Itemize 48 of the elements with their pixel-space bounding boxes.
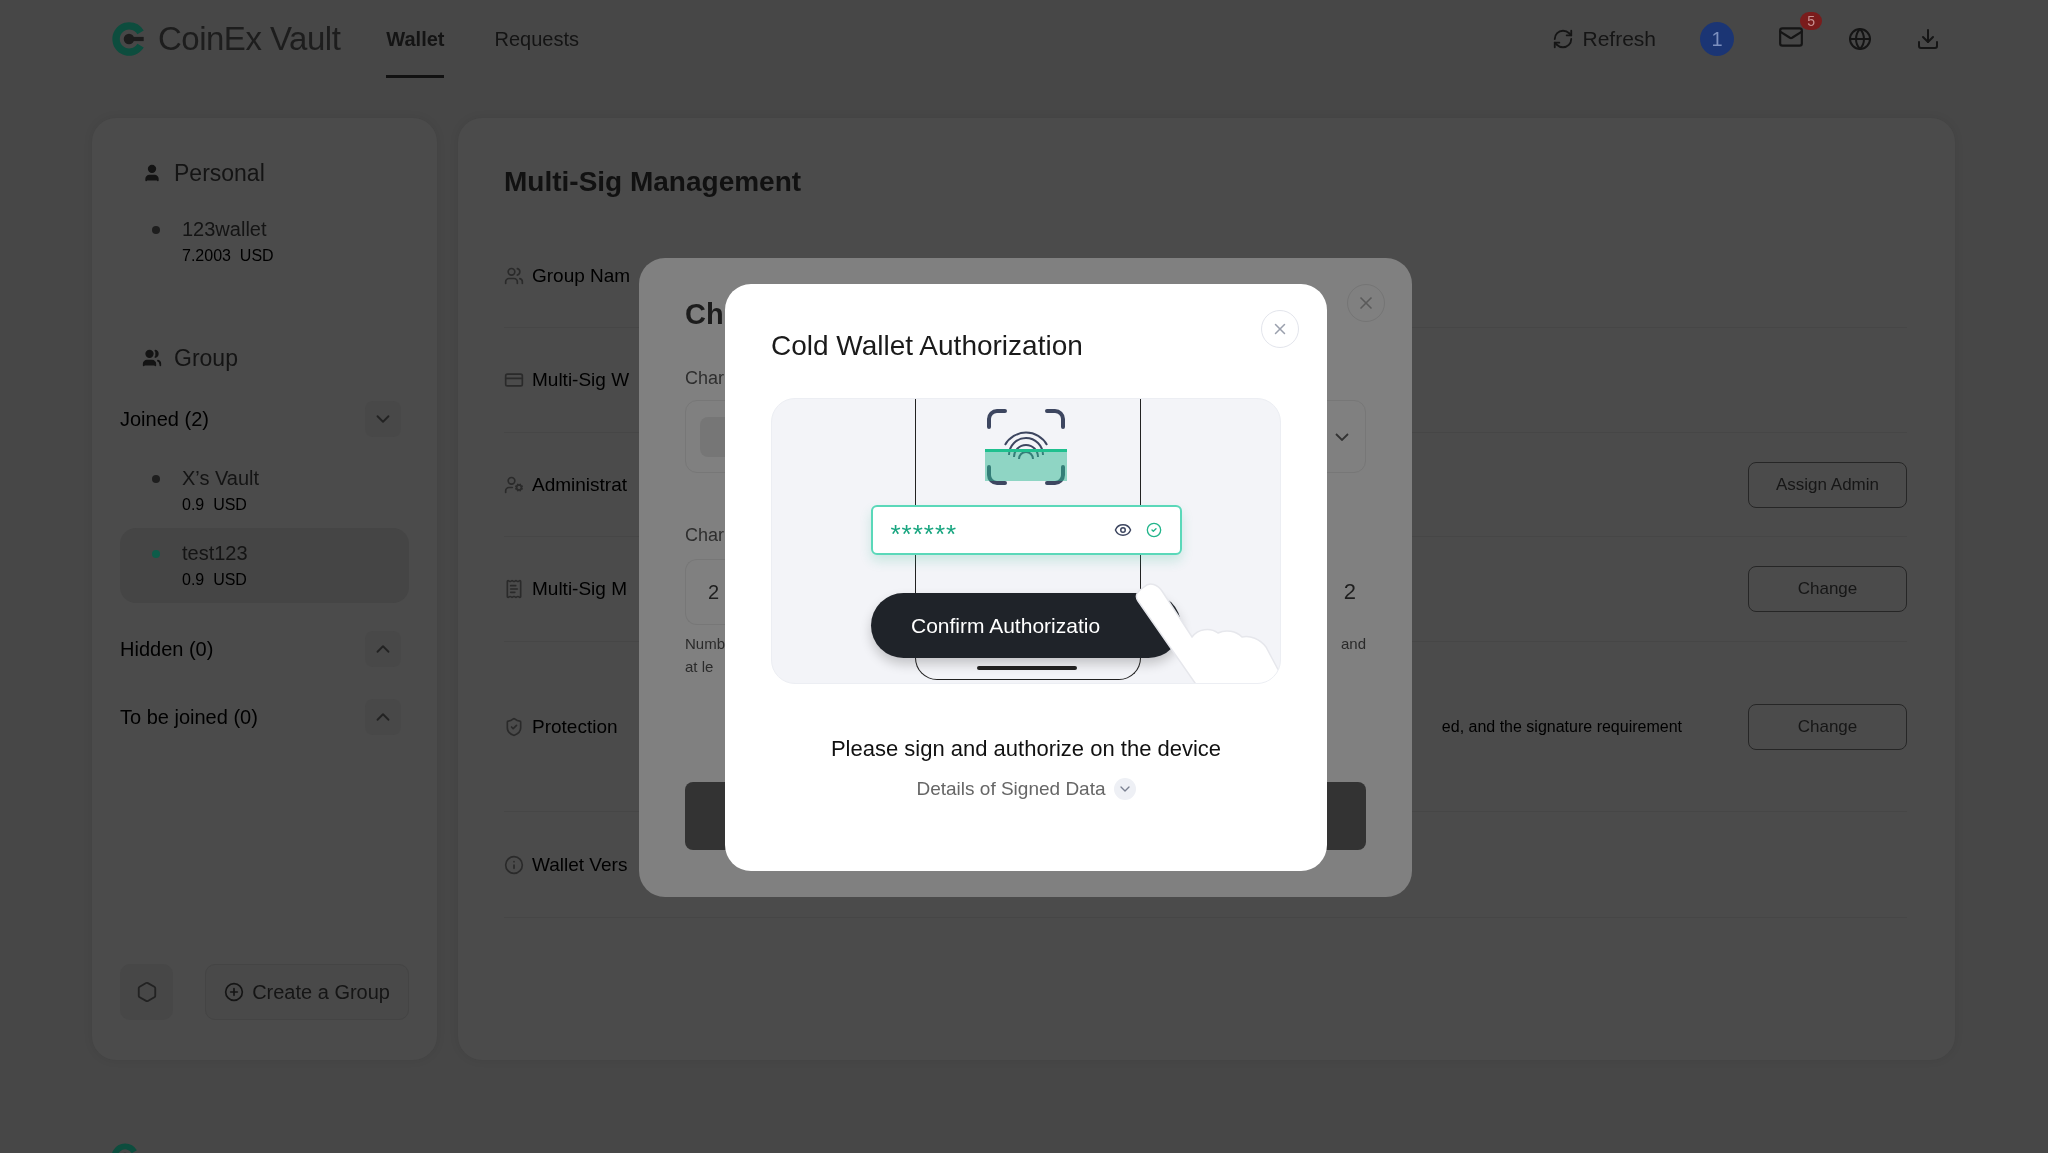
row-label: Protection: [532, 715, 618, 738]
row-icon: [504, 370, 524, 390]
avatar[interactable]: 1: [1700, 22, 1734, 56]
wallet-item[interactable]: 123wallet 7.2003 USD: [120, 204, 409, 279]
users-icon: [142, 348, 162, 368]
mail-icon[interactable]: [1778, 24, 1804, 50]
row-icon: [504, 474, 524, 495]
plus-icon: [224, 982, 245, 1002]
hint-text: Numb: [685, 635, 725, 652]
row-icon: [504, 716, 524, 737]
eye-icon: [1113, 521, 1132, 539]
field-label: Char: [685, 368, 724, 390]
settings-icon: [135, 981, 158, 1003]
field-label: Char: [685, 525, 724, 547]
hint-text: and: [1340, 635, 1366, 654]
modal-title: Cold Wallet Authorization: [771, 329, 1084, 363]
row-icon: [504, 579, 524, 599]
globe-icon[interactable]: [1848, 27, 1872, 51]
folder-label[interactable]: To be joined (0): [120, 705, 258, 729]
row-label: Wallet Vers: [532, 853, 628, 876]
folder-label[interactable]: Hidden (0): [120, 637, 214, 661]
dialog-title: Ch: [685, 298, 724, 332]
hint-text: at le: [685, 658, 715, 675]
settings-button[interactable]: [120, 964, 174, 1020]
row-label: Multi-Sig W: [532, 369, 630, 391]
folder-label[interactable]: Joined (2): [120, 407, 209, 431]
row-label: Group Nam: [532, 264, 631, 287]
row-icon: [504, 265, 524, 286]
check-circle-icon: [1145, 522, 1162, 538]
confirm-authorization-button[interactable]: Confirm Authorizatio: [871, 593, 1181, 658]
password-field: ******: [870, 505, 1182, 555]
section-title: Group: [174, 344, 238, 372]
refresh-icon: [1552, 28, 1575, 50]
input-value: 2: [1343, 579, 1357, 605]
row-icon: [504, 854, 524, 875]
user-icon: [142, 163, 162, 183]
chevron-down-icon[interactable]: [1113, 778, 1136, 800]
page-title: Multi-Sig Management: [504, 165, 803, 199]
row-label: Multi-Sig M: [532, 578, 627, 600]
row-label: Administrat: [532, 473, 628, 496]
instruction-text: Please sign and authorize on the device: [829, 736, 1223, 762]
notification-badge: 5: [1800, 12, 1822, 30]
selected-tag: [700, 416, 726, 457]
chevron-down-icon: [1335, 432, 1349, 441]
section-title: Personal: [174, 159, 265, 187]
download-icon[interactable]: [1916, 27, 1940, 51]
row-description: ed, and the signature requirement: [1441, 717, 1682, 736]
details-link[interactable]: Details of Signed Data: [916, 778, 1106, 800]
